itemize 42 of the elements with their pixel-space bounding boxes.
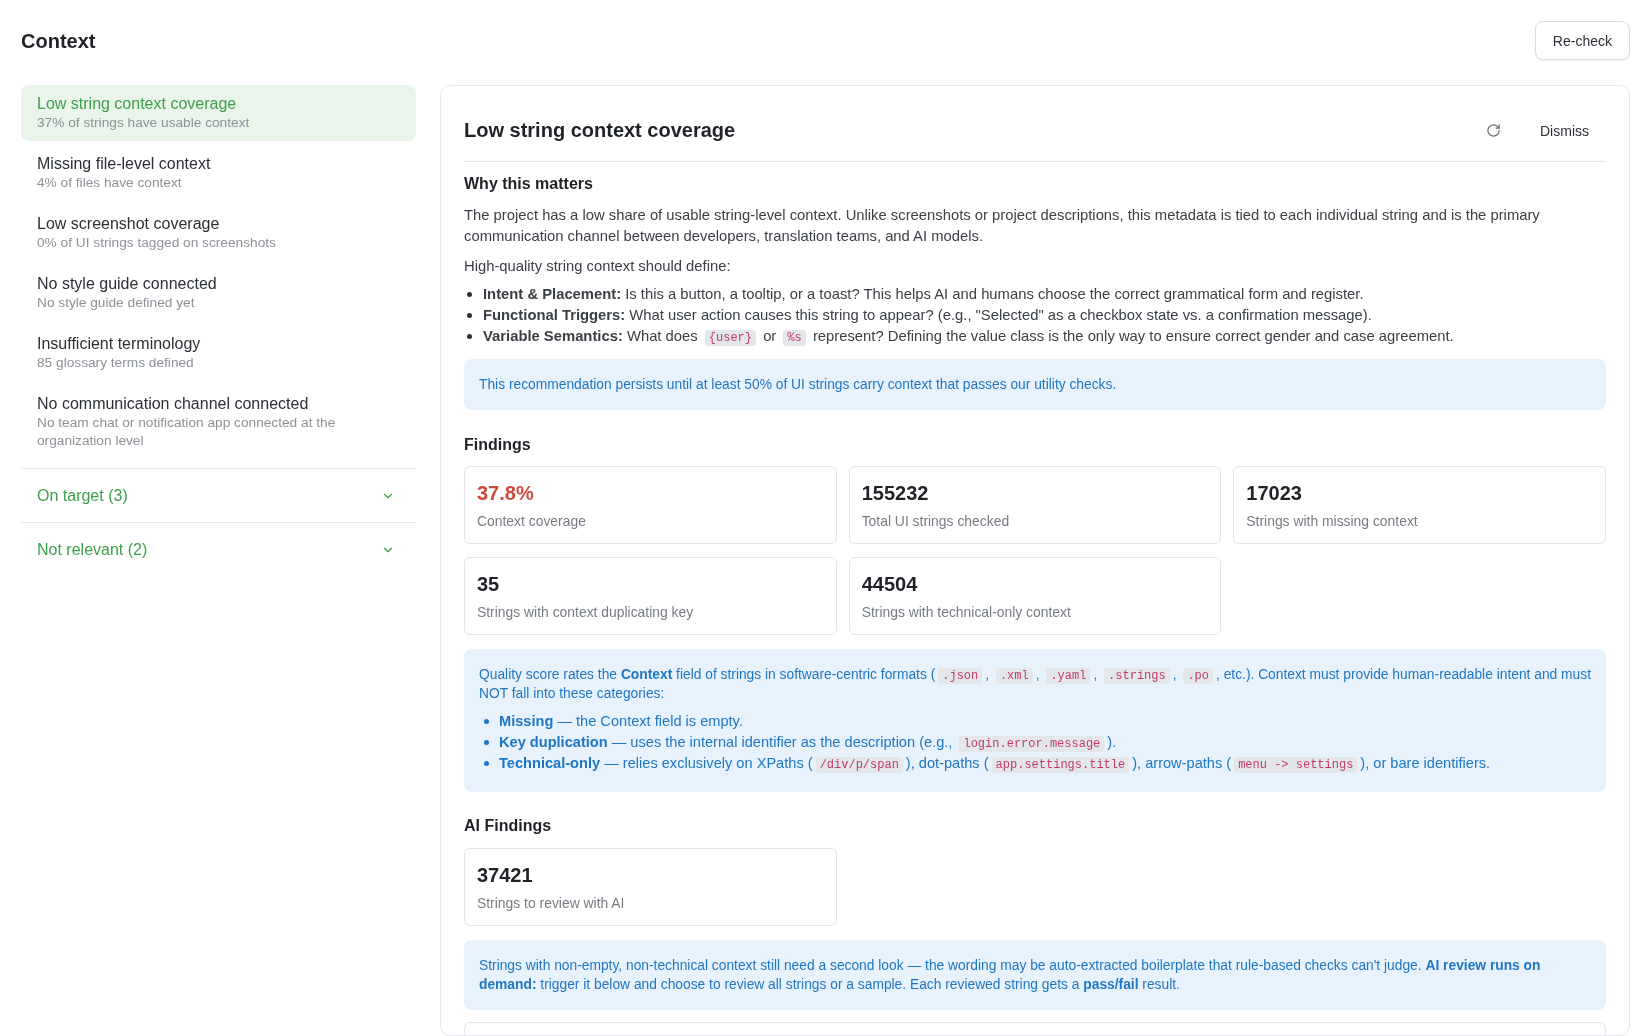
stat-value: 37421 [477, 863, 534, 888]
bullet-icon [484, 719, 489, 724]
stat-label: Context coverage [477, 512, 587, 530]
stat-label: Strings with missing context [1246, 512, 1419, 530]
info-text: Strings with non-empty, non-technical context still need a second look — the wording may be auto-extracted boilerplate that rule-based checks can't judge. AI review runs on demand: trigger it below and choose to review all strings or a sample. Each reviewed string gets a pass/fail result. [479, 957, 1542, 994]
section-heading: Why this matters [464, 174, 594, 194]
bullet-icon [467, 313, 472, 318]
list-item: Technical-only — relies exclusively on XPaths ( /div/p/span ), dot-paths ( app.settings.title ), arrow-paths ( menu -> settings ), or bare identifiers. [499, 754, 1492, 774]
bullet-icon [467, 334, 472, 339]
panel-title: Low string context coverage [464, 118, 736, 143]
bullet-icon [467, 292, 472, 297]
section-heading: Findings [464, 435, 532, 455]
sidebar-item[interactable]: No communication channel connected No team chat or notification app connected at the organization level [21, 385, 416, 459]
page-title: Context [21, 28, 96, 54]
section-heading: AI Findings [464, 816, 553, 836]
stat-value: 37.8% [477, 481, 535, 506]
list-item: Functional Triggers: What user action causes this string to appear? (e.g., "Selected" as a checkbox state vs. a confirmation message). [483, 306, 1373, 325]
stat-label: Strings with context duplicating key [477, 603, 695, 621]
stat-label: Strings with technical-only context [861, 603, 1072, 621]
stat-label: Strings to review with AI [477, 894, 626, 912]
sidebar-item[interactable]: Low screenshot coverage 0% of UI strings tagged on screenshots [21, 205, 416, 261]
info-text: This recommendation persists until at least 50% of UI strings carry context that passes our utility checks. [479, 376, 1118, 394]
sidebar-item[interactable]: No style guide connected No style guide defined yet [21, 265, 416, 321]
stat-value: 35 [477, 572, 501, 597]
bullet-icon [484, 740, 489, 745]
sidebar-item[interactable]: Missing file-level context 4% of files have context [21, 145, 416, 201]
list-item: Missing — the Context field is empty. [499, 712, 744, 731]
paragraph: The project has a low share of usable string-level context. Unlike screenshots or project descriptions, this metadata is tied to each individual string and is the primary communication channel between developers, translation teams, and AI models. [464, 206, 1541, 246]
dismiss-button[interactable]: Dismiss [1523, 112, 1606, 149]
stat-value: 17023 [1246, 481, 1303, 506]
paragraph: High-quality string context should define: [464, 257, 732, 276]
stat-value: 155232 [861, 481, 930, 506]
sidebar-item[interactable]: Insufficient terminology 85 glossary terms defined [21, 325, 416, 381]
list-item: Intent & Placement: Is this a button, a tooltip, or a toast? This helps AI and humans choose the correct grammatical form and register. [483, 285, 1365, 304]
refresh-icon [1485, 123, 1501, 138]
info-text: Quality score rates the Context field of strings in software-centric formats ( .json , .xml , .yaml , .strings , .po , etc.). Context must provide human-readable intent and must NOT fall into these categories: [479, 666, 1591, 703]
bullet-icon [484, 761, 489, 766]
stat-value: 44504 [861, 572, 919, 597]
list-item: Variable Semantics: What does {user} or %s represent? Defining the value class is the only way to ensure correct gender and case agreement. [483, 327, 1455, 347]
stat-label: Total UI strings checked [861, 512, 1011, 530]
recheck-button[interactable]: Re-check [1534, 21, 1630, 60]
list-item: Key duplication — uses the internal identifier as the description (e.g., login.error.message ). [499, 733, 1118, 753]
